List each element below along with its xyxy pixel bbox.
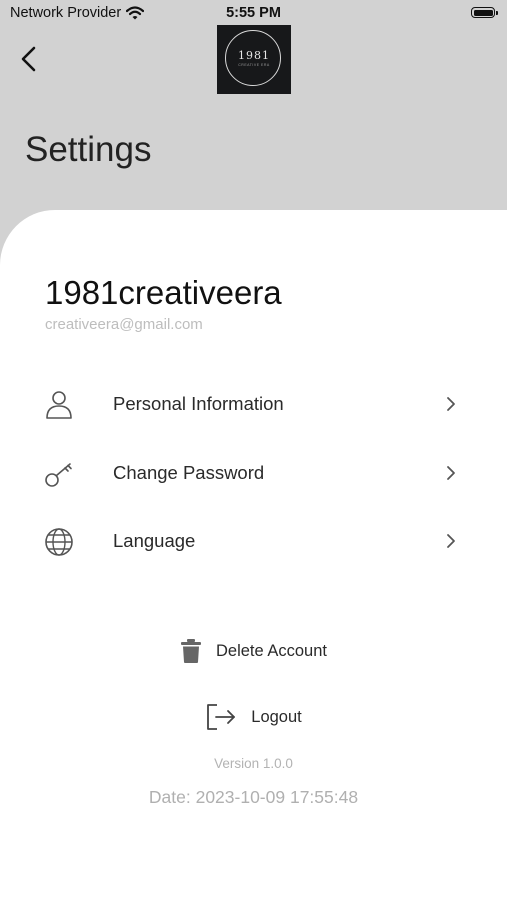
battery-level: [473, 9, 493, 16]
page-title: Settings: [25, 130, 152, 169]
chevron-right-icon: [447, 466, 455, 480]
chevron-right-icon: [447, 534, 455, 548]
menu-item-personal-information[interactable]: Personal Information: [40, 379, 470, 429]
settings-card: 1981creativeera creativeera@gmail.com Pe…: [0, 210, 507, 900]
menu-label-personal-information: Personal Information: [113, 393, 284, 414]
battery-icon: [471, 7, 498, 18]
date-label: Date: 2023-10-09 17:55:48: [148, 787, 359, 807]
logout-icon: [207, 704, 236, 730]
status-time: 5:55 PM: [226, 5, 281, 21]
profile-email: creativeera@gmail.com: [45, 316, 203, 333]
delete-account-label: Delete Account: [216, 641, 327, 660]
status-bar: Network Provider 5:55 PM: [0, 0, 507, 28]
menu-label-language: Language: [113, 530, 196, 551]
version-label: Version 1.0.0: [214, 756, 293, 771]
delete-account-button[interactable]: Delete Account: [0, 634, 507, 668]
chevron-right-icon: [447, 397, 455, 411]
logout-button[interactable]: Logout: [0, 700, 507, 734]
menu-label-change-password: Change Password: [113, 462, 265, 483]
trash-icon: [181, 639, 201, 663]
person-icon: [46, 391, 72, 419]
logout-label: Logout: [251, 707, 302, 726]
profile-username: 1981creativeera: [45, 274, 282, 311]
globe-icon: [45, 528, 73, 556]
chevron-left-icon: [21, 46, 36, 72]
menu-item-change-password[interactable]: Change Password: [40, 448, 470, 498]
menu-item-language[interactable]: Language: [40, 516, 470, 566]
back-button[interactable]: [14, 42, 44, 76]
logo-text: 1981: [238, 49, 270, 62]
app-logo: 1981 CREATIVE ERA: [217, 25, 291, 94]
key-icon: [45, 463, 72, 487]
logo-subtext: CREATIVE ERA: [238, 63, 270, 67]
